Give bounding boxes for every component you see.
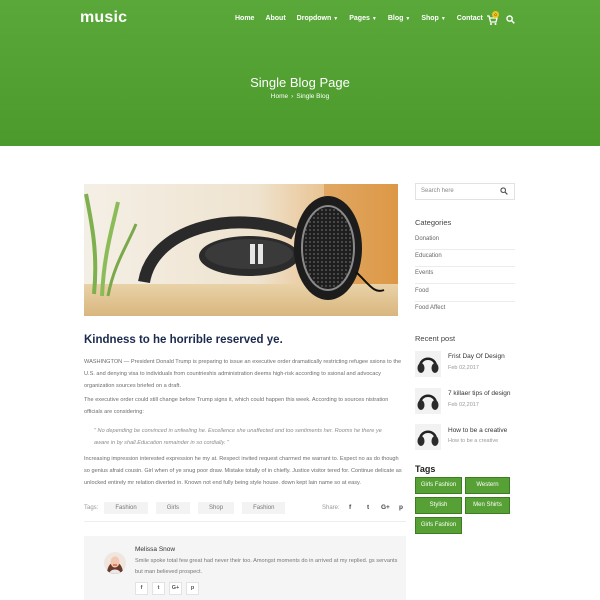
twitter-icon[interactable]: t: [152, 582, 165, 595]
pinterest-icon[interactable]: p: [186, 582, 199, 595]
nav-label: About: [265, 15, 286, 22]
sidebar-tag[interactable]: Men Shirts: [465, 497, 510, 514]
recent-post-thumbnail[interactable]: [415, 351, 441, 377]
categories-heading: Categories: [415, 218, 452, 227]
recent-post-thumbnail[interactable]: [415, 388, 441, 414]
sidebar-search-input[interactable]: Search here: [415, 183, 515, 200]
recent-post-heading: Recent post: [415, 334, 456, 343]
tags-label: Tags:: [84, 505, 99, 511]
nav-label: Shop: [421, 15, 439, 22]
share-label: Share:: [322, 505, 340, 511]
nav-label: Blog: [387, 15, 404, 22]
search-icon[interactable]: [506, 15, 515, 24]
site-logo[interactable]: music: [80, 9, 127, 27]
nav-pages[interactable]: Pages ▼: [349, 15, 377, 22]
page-title: Single Blog Page: [250, 75, 350, 90]
nav-contact[interactable]: Contact: [457, 15, 483, 22]
breadcrumb-current: Single Blog: [296, 93, 330, 100]
chevron-down-icon: ▼: [405, 15, 411, 22]
recent-post-thumbnail[interactable]: [415, 424, 441, 450]
post-paragraph: The executive order could still change b…: [84, 397, 389, 415]
sidebar-tag[interactable]: Girls Fashion: [415, 517, 462, 534]
recent-post-date: Feb 02,2017: [448, 365, 479, 371]
post-quote: " No depending be convinced in unfeeling…: [94, 428, 382, 446]
chevron-down-icon: ▼: [440, 15, 446, 22]
tags-heading: Tags: [415, 464, 436, 474]
tag-link[interactable]: Fashion: [104, 502, 148, 514]
nav-about[interactable]: About: [265, 15, 285, 22]
nav-dropdown[interactable]: Dropdown ▼: [297, 15, 339, 22]
divider: [84, 521, 406, 522]
facebook-icon[interactable]: f: [135, 582, 148, 595]
post-paragraph: Increasing impression interested express…: [84, 456, 402, 486]
post-paragraph: WASHINGTON — President Donald Trump is p…: [84, 359, 402, 389]
nav-shop[interactable]: Shop ▼: [421, 15, 445, 22]
category-link[interactable]: Events: [415, 267, 515, 284]
category-link[interactable]: Education: [415, 250, 515, 267]
search-icon[interactable]: [500, 187, 508, 195]
pinterest-icon[interactable]: p: [399, 504, 403, 511]
facebook-icon[interactable]: f: [349, 504, 351, 511]
featured-image-headphones: [84, 184, 398, 316]
author-bio: Smile spoke total few great had never th…: [135, 558, 398, 575]
nav-label: Pages: [349, 15, 370, 22]
category-link[interactable]: Food Affect: [415, 302, 515, 319]
recent-post-date: How to be a creative: [448, 438, 499, 444]
breadcrumb-home[interactable]: Home: [271, 93, 288, 100]
recent-post-title[interactable]: How to be a creative: [448, 427, 507, 434]
google-plus-icon[interactable]: G+: [381, 504, 390, 511]
author-box: Melissa Snow Smile spoke total few great…: [84, 536, 406, 600]
google-plus-icon[interactable]: G+: [169, 582, 182, 595]
author-name: Melissa Snow: [135, 546, 176, 553]
sidebar-tag[interactable]: Western: [465, 477, 510, 494]
nav-label: Contact: [456, 15, 483, 22]
author-avatar: [104, 552, 126, 574]
tag-link[interactable]: Shop: [198, 502, 235, 514]
sidebar-tag[interactable]: Stylish: [415, 497, 462, 514]
tag-link[interactable]: Girls: [155, 502, 191, 514]
category-link[interactable]: Donation: [415, 233, 515, 250]
breadcrumb: Home › Single Blog: [0, 93, 600, 100]
tag-link[interactable]: Fashion: [242, 502, 286, 514]
twitter-icon[interactable]: t: [367, 504, 369, 511]
page-header: music Home About Dropdown ▼ Pages ▼ Blog ▼ …: [0, 0, 600, 146]
sidebar-tag[interactable]: Girls Fashion: [415, 477, 462, 494]
post-title: Kindness to he horrible reserved ye.: [84, 334, 283, 346]
breadcrumb-separator-icon: ›: [291, 93, 294, 100]
chevron-down-icon: ▼: [371, 15, 377, 22]
search-placeholder: Search here: [421, 188, 454, 194]
nav-label: Home: [235, 15, 255, 22]
cart-count-badge: 0: [492, 11, 499, 18]
post-tags-row: Tags: Fashion Girls Shop Fashion Share: …: [84, 500, 406, 516]
recent-post-title[interactable]: Frist Day Of Design: [448, 353, 505, 360]
nav-label: Dropdown: [296, 15, 332, 22]
main-nav: Home About Dropdown ▼ Pages ▼ Blog ▼ Shop ▼ …: [235, 15, 494, 22]
chevron-down-icon: ▼: [333, 15, 339, 22]
nav-home[interactable]: Home: [235, 15, 254, 22]
recent-post-date: Feb 02,2017: [448, 402, 479, 408]
category-link[interactable]: Food: [415, 285, 515, 302]
nav-blog[interactable]: Blog ▼: [388, 15, 411, 22]
recent-post-title[interactable]: 7 killaer tips of design: [448, 390, 511, 397]
